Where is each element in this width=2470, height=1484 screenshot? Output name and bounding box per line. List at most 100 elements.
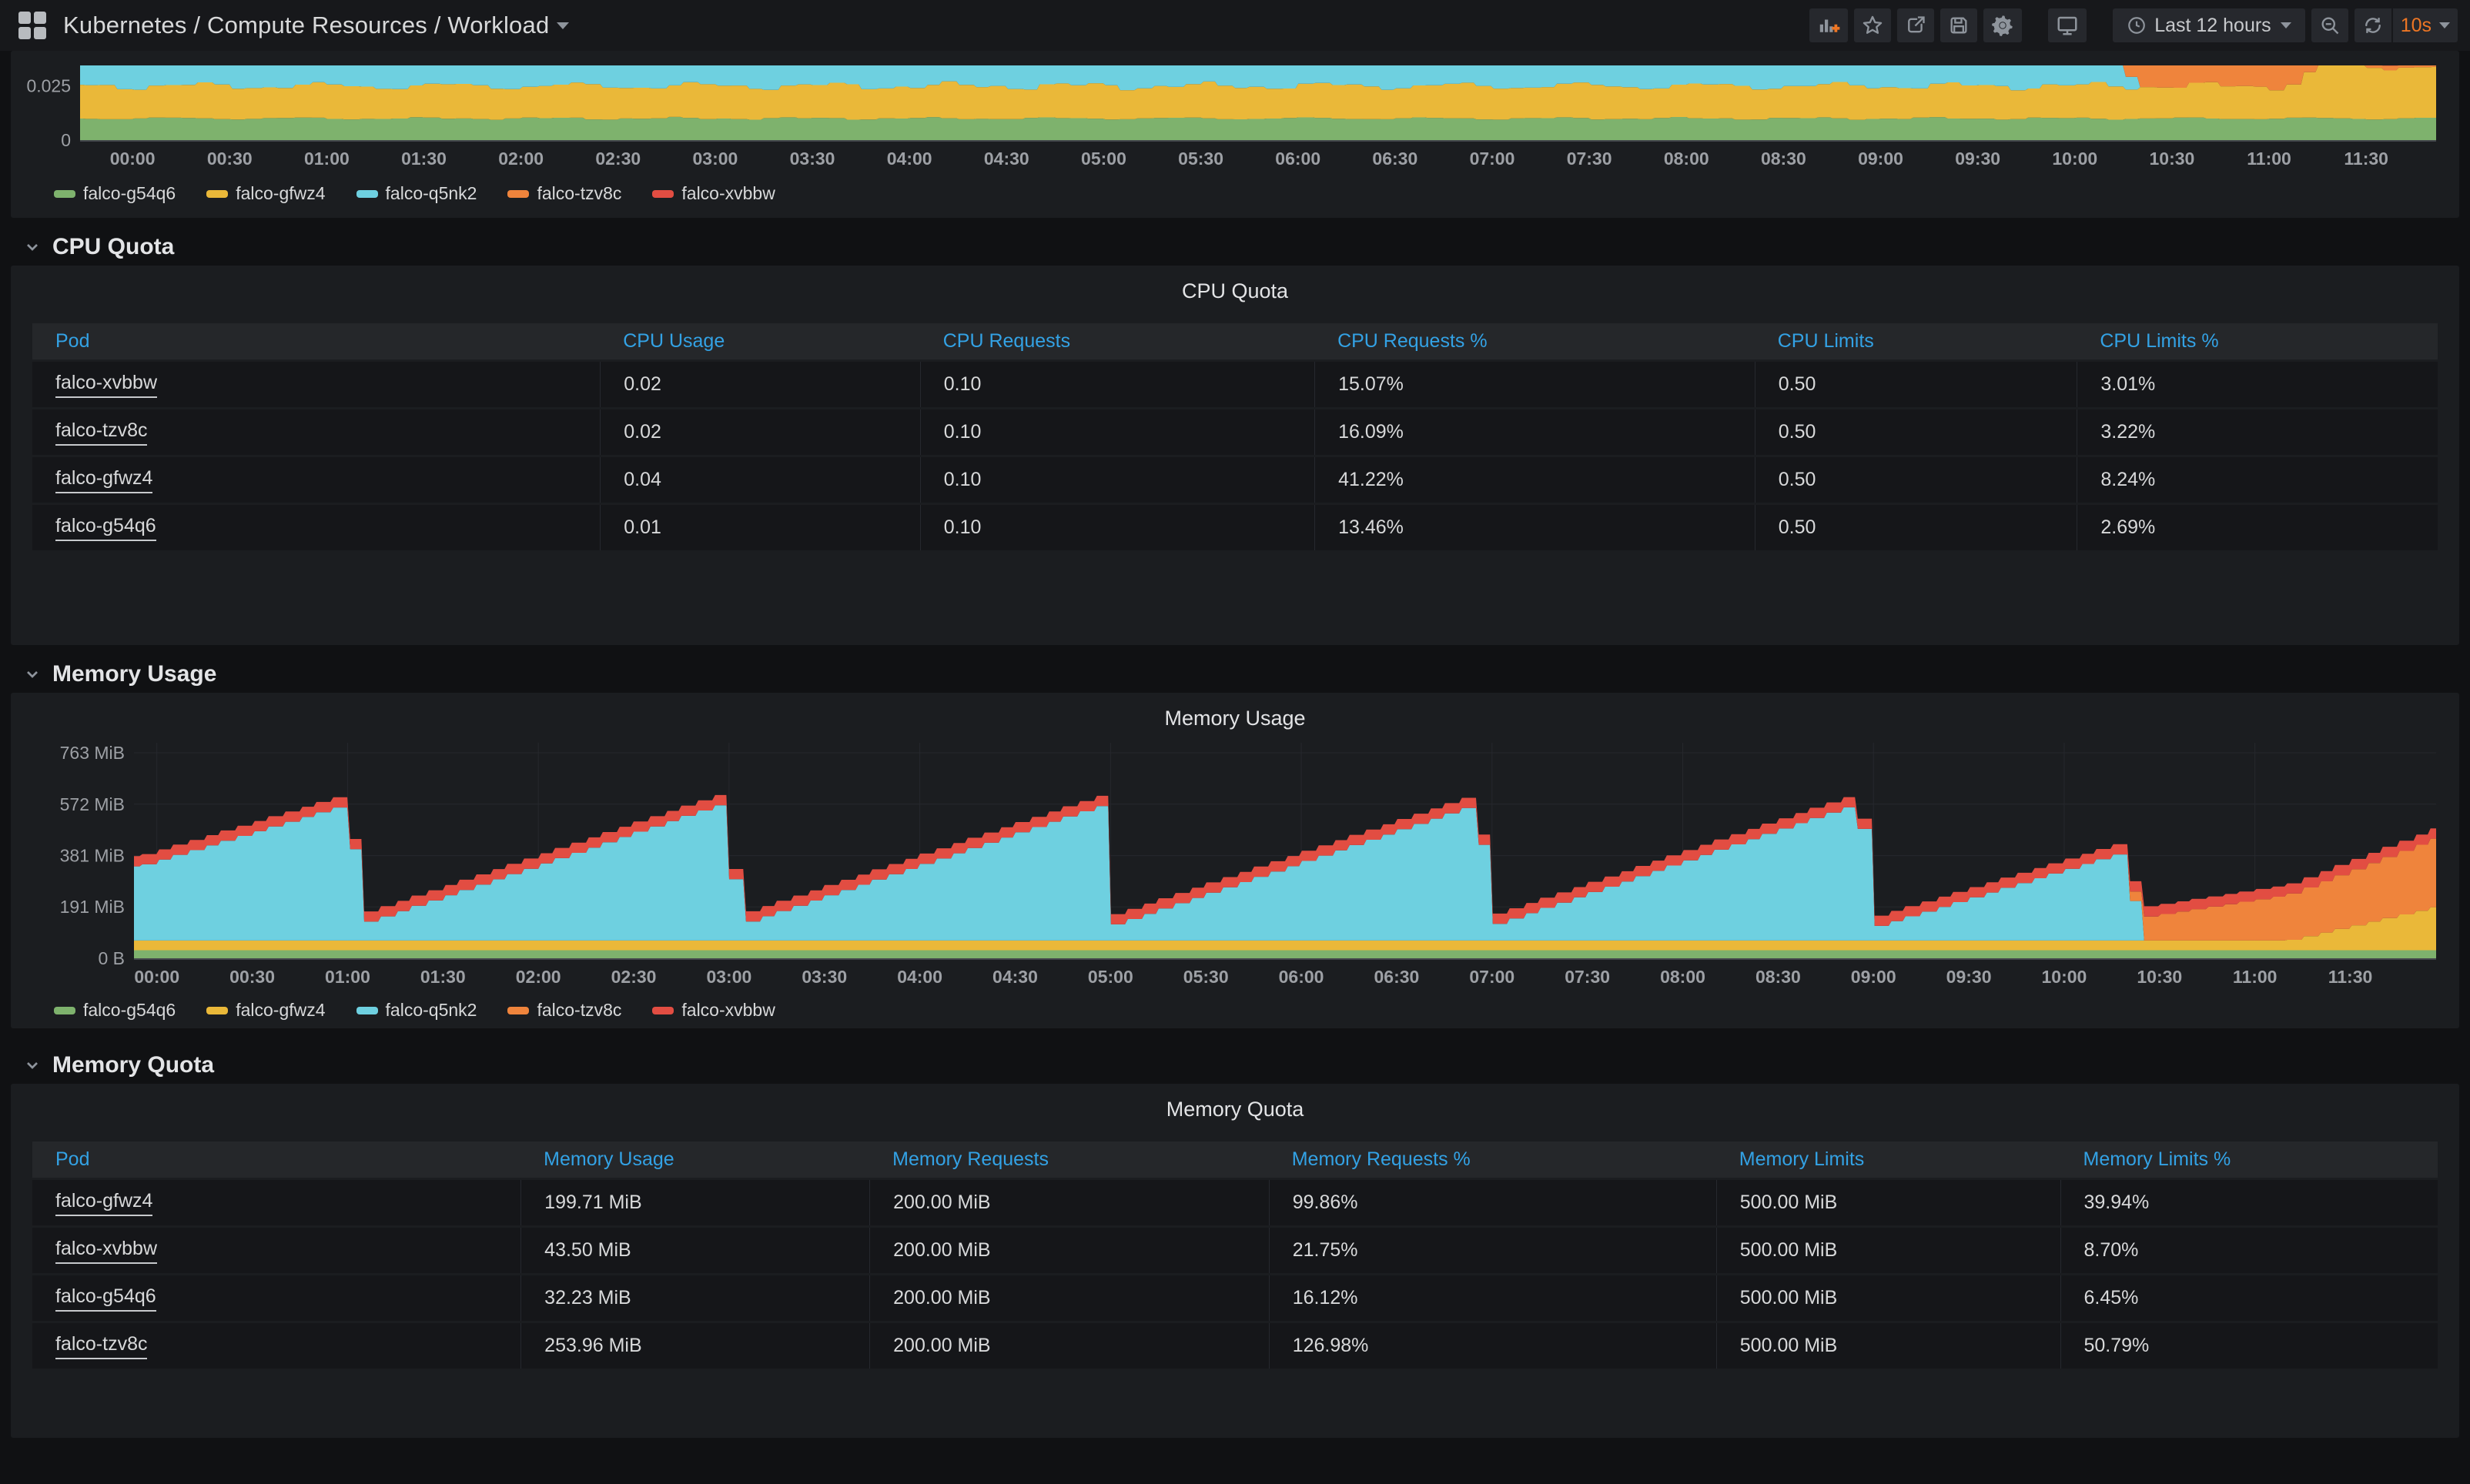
column-header-cpu-limits-pct[interactable]: CPU Limits %	[2077, 330, 2438, 353]
memory-quota-table: Pod Memory Usage Memory Requests Memory …	[32, 1141, 2438, 1369]
column-header-cpu-requests-pct[interactable]: CPU Requests %	[1314, 330, 1755, 353]
svg-text:11:00: 11:00	[2247, 149, 2291, 169]
legend-item[interactable]: falco-g54q6	[54, 1000, 176, 1021]
legend-item[interactable]: falco-q5nk2	[356, 183, 477, 204]
settings-button[interactable]	[1983, 8, 2022, 42]
svg-text:191 MiB: 191 MiB	[60, 897, 125, 917]
legend-item[interactable]: falco-gfwz4	[206, 1000, 325, 1021]
memory-usage-panel: Memory Usage 0 B191 MiB381 MiB572 MiB763…	[11, 693, 2459, 1028]
svg-text:02:30: 02:30	[595, 149, 641, 169]
cell-memory-limits: 500.00 MiB	[1716, 1275, 2060, 1321]
svg-text:00:30: 00:30	[207, 149, 253, 169]
chevron-down-icon	[23, 1056, 42, 1075]
cell-cpu-requests-pct: 16.09%	[1314, 409, 1755, 455]
column-header-pod[interactable]: Pod	[32, 330, 600, 353]
legend-item[interactable]: falco-g54q6	[54, 183, 176, 204]
column-header-memory-requests[interactable]: Memory Requests	[869, 1148, 1269, 1171]
grafana-apps-icon[interactable]	[18, 12, 46, 39]
pod-link[interactable]: falco-g54q6	[55, 515, 156, 541]
pod-link[interactable]: falco-tzv8c	[55, 1333, 147, 1359]
svg-text:09:30: 09:30	[1955, 149, 2000, 169]
table-row: falco-g54q6 32.23 MiB 200.00 MiB 16.12% …	[32, 1275, 2438, 1321]
section-title: Memory Usage	[52, 661, 216, 687]
pod-link[interactable]: falco-g54q6	[55, 1285, 156, 1312]
chevron-down-icon	[23, 665, 42, 684]
column-header-cpu-limits[interactable]: CPU Limits	[1755, 330, 2077, 353]
refresh-button[interactable]	[2355, 8, 2391, 42]
dashboard-title-button[interactable]: Kubernetes / Compute Resources / Workloa…	[63, 12, 569, 39]
clock-icon	[2127, 15, 2147, 35]
column-header-memory-usage[interactable]: Memory Usage	[520, 1148, 869, 1171]
svg-text:0 B: 0 B	[98, 948, 125, 968]
section-memory-quota[interactable]: Memory Quota	[0, 1047, 2470, 1084]
svg-text:03:30: 03:30	[802, 967, 847, 987]
cell-memory-requests-pct: 99.86%	[1269, 1180, 1716, 1225]
panel-title: Memory Usage	[11, 693, 2459, 730]
pod-link[interactable]: falco-xvbbw	[55, 1238, 157, 1264]
legend-swatch	[507, 1007, 529, 1014]
pod-link[interactable]: falco-gfwz4	[55, 1190, 152, 1216]
svg-text:07:00: 07:00	[1470, 149, 1515, 169]
column-header-memory-requests-pct[interactable]: Memory Requests %	[1269, 1148, 1716, 1171]
cell-cpu-usage: 0.04	[600, 457, 919, 503]
legend-item[interactable]: falco-tzv8c	[507, 183, 621, 204]
table-header-row: Pod CPU Usage CPU Requests CPU Requests …	[32, 323, 2438, 359]
add-panel-button[interactable]	[1809, 8, 1848, 42]
column-header-cpu-usage[interactable]: CPU Usage	[600, 330, 919, 353]
section-cpu-quota[interactable]: CPU Quota	[0, 229, 2470, 266]
zoom-out-icon	[2319, 15, 2341, 36]
column-header-memory-limits-pct[interactable]: Memory Limits %	[2060, 1148, 2438, 1171]
svg-text:02:30: 02:30	[611, 967, 657, 987]
svg-text:08:30: 08:30	[1755, 967, 1801, 987]
svg-text:06:30: 06:30	[1374, 967, 1420, 987]
column-header-memory-limits[interactable]: Memory Limits	[1716, 1148, 2060, 1171]
cpu-usage-chart[interactable]: 00.02500:0000:3001:0001:3002:0002:3003:0…	[11, 51, 2459, 179]
cell-cpu-requests: 0.10	[920, 409, 1314, 455]
panel-title: CPU Quota	[11, 266, 2459, 303]
star-button[interactable]	[1854, 8, 1891, 42]
svg-text:01:00: 01:00	[325, 967, 370, 987]
refresh-interval-label: 10s	[2401, 15, 2432, 37]
cycle-view-button[interactable]	[2048, 8, 2087, 42]
svg-text:00:30: 00:30	[229, 967, 275, 987]
navbar: Kubernetes / Compute Resources / Workloa…	[0, 0, 2470, 51]
cell-memory-limits: 500.00 MiB	[1716, 1180, 2060, 1225]
time-range-picker[interactable]: Last 12 hours	[2113, 8, 2305, 42]
pod-link[interactable]: falco-gfwz4	[55, 467, 152, 493]
svg-text:06:00: 06:00	[1275, 149, 1320, 169]
svg-text:11:30: 11:30	[2344, 149, 2388, 169]
time-range-label: Last 12 hours	[2154, 15, 2271, 37]
legend-item[interactable]: falco-xvbbw	[652, 1000, 775, 1021]
column-header-pod[interactable]: Pod	[32, 1148, 520, 1171]
zoom-out-button[interactable]	[2311, 8, 2348, 42]
legend-item[interactable]: falco-gfwz4	[206, 183, 325, 204]
table-row: falco-tzv8c 0.02 0.10 16.09% 0.50 3.22%	[32, 409, 2438, 455]
svg-text:10:30: 10:30	[2150, 149, 2195, 169]
legend-item[interactable]: falco-tzv8c	[507, 1000, 621, 1021]
svg-text:11:30: 11:30	[2328, 967, 2373, 987]
section-memory-usage[interactable]: Memory Usage	[0, 656, 2470, 693]
cell-memory-requests-pct: 126.98%	[1269, 1323, 1716, 1369]
legend-item[interactable]: falco-xvbbw	[652, 183, 775, 204]
pod-link[interactable]: falco-xvbbw	[55, 372, 157, 398]
column-header-cpu-requests[interactable]: CPU Requests	[920, 330, 1314, 353]
pod-link[interactable]: falco-tzv8c	[55, 419, 147, 446]
refresh-interval-picker[interactable]: 10s	[2393, 8, 2458, 42]
table-row: falco-xvbbw 0.02 0.10 15.07% 0.50 3.01%	[32, 362, 2438, 407]
svg-text:05:00: 05:00	[1081, 149, 1126, 169]
legend-item[interactable]: falco-q5nk2	[356, 1000, 477, 1021]
cell-cpu-requests: 0.10	[920, 505, 1314, 550]
table-row: falco-gfwz4 199.71 MiB 200.00 MiB 99.86%…	[32, 1180, 2438, 1225]
cell-cpu-requests: 0.10	[920, 362, 1314, 407]
save-button[interactable]	[1940, 8, 1977, 42]
cell-cpu-requests-pct: 41.22%	[1314, 457, 1755, 503]
panel-title: Memory Quota	[11, 1084, 2459, 1121]
memory-usage-chart[interactable]: 0 B191 MiB381 MiB572 MiB763 MiB00:0000:3…	[11, 738, 2459, 995]
svg-text:09:30: 09:30	[1946, 967, 1992, 987]
refresh-icon	[2362, 15, 2384, 36]
svg-text:10:30: 10:30	[2137, 967, 2182, 987]
share-button[interactable]	[1897, 8, 1934, 42]
svg-text:01:30: 01:30	[401, 149, 447, 169]
table-row: falco-tzv8c 253.96 MiB 200.00 MiB 126.98…	[32, 1323, 2438, 1369]
cell-memory-requests-pct: 21.75%	[1269, 1228, 1716, 1273]
